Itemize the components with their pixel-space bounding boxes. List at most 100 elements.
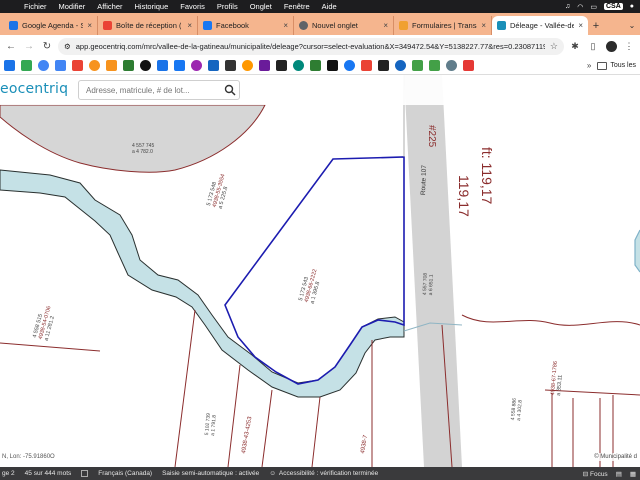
autocomplete-status[interactable]: Saisie semi-automatique : activée	[162, 470, 259, 477]
form-icon	[399, 21, 408, 30]
road-lot-label: 4 557 708 a 6 651.1	[422, 272, 435, 296]
battery-icon[interactable]: ▭	[590, 3, 597, 11]
web-layout-icon[interactable]: ▦	[630, 470, 636, 478]
page-indicator[interactable]: ge 2	[2, 470, 15, 477]
bookmark-icon[interactable]	[174, 60, 185, 71]
bookmark-icon[interactable]	[72, 60, 83, 71]
menubar-status-icons: ♫ ◠ ▭ CSA ●	[565, 3, 640, 11]
bookmark-icon[interactable]	[395, 60, 406, 71]
tab-formulaires[interactable]: Formulaires | Transa ×	[394, 16, 492, 35]
menu-onglet[interactable]: Onglet	[244, 2, 278, 11]
user-icon[interactable]: ●	[630, 3, 634, 10]
bookmark-icon[interactable]	[344, 60, 355, 71]
reload-button[interactable]: ↻	[40, 39, 54, 53]
all-bookmarks-folder[interactable]: Tous les	[597, 61, 636, 70]
menu-afficher[interactable]: Afficher	[91, 2, 128, 11]
close-icon[interactable]: ×	[187, 21, 192, 30]
input-language-badge[interactable]: CSA	[603, 3, 623, 10]
menu-aide[interactable]: Aide	[316, 2, 343, 11]
bookmark-star-icon[interactable]: ☆	[550, 41, 558, 52]
bookmark-icon[interactable]	[140, 60, 151, 71]
bookmark-icon[interactable]	[89, 60, 100, 71]
dimension-label-ft: ft: 119,17	[479, 147, 495, 205]
bookmark-icons	[4, 60, 474, 71]
bookmark-icon[interactable]	[157, 60, 168, 71]
accessibility-icon: ☺	[269, 470, 276, 477]
menu-fichier[interactable]: Fichier	[18, 2, 53, 11]
bookmark-icon[interactable]	[310, 60, 321, 71]
bookmark-icon[interactable]	[208, 60, 219, 71]
extensions-icon[interactable]: ✱	[568, 39, 582, 53]
url-text[interactable]: app.geocentriq.com/mrc/vallee-de-la-gati…	[76, 42, 545, 51]
new-tab-button[interactable]: +	[588, 16, 604, 35]
browser-toolbar: ← → ↻ ⚙ app.geocentriq.com/mrc/vallee-de…	[0, 35, 640, 57]
headphones-icon[interactable]: ♫	[565, 3, 570, 10]
bookmark-icon[interactable]	[429, 60, 440, 71]
close-icon[interactable]: ×	[283, 21, 288, 30]
search-input[interactable]	[78, 80, 240, 100]
bookmarks-more-icon[interactable]: »	[587, 61, 591, 70]
bookmark-icon[interactable]	[21, 60, 32, 71]
language-indicator[interactable]: Français (Canada)	[98, 470, 152, 477]
bookmark-icon[interactable]	[38, 60, 49, 71]
focus-mode-button[interactable]: ⊟ Focus	[583, 470, 608, 478]
search-icon[interactable]	[224, 84, 236, 96]
bookmark-icon[interactable]	[446, 60, 457, 71]
proofing-status[interactable]	[81, 470, 89, 477]
print-layout-icon[interactable]: ▤	[616, 470, 622, 478]
menu-profils[interactable]: Profils	[211, 2, 244, 11]
bookmark-icon[interactable]	[55, 60, 66, 71]
menu-favoris[interactable]: Favoris	[174, 2, 211, 11]
geocentriq-logo[interactable]: eocentriq	[0, 81, 68, 97]
tab-facebook[interactable]: Facebook ×	[198, 16, 294, 35]
chrome-icon	[299, 21, 308, 30]
menu-fenetre[interactable]: Fenêtre	[278, 2, 316, 11]
bookmark-icon[interactable]	[463, 60, 474, 71]
lot-gray-top[interactable]	[0, 104, 266, 173]
accessibility-status[interactable]: ☺ Accessibilité : vérification terminée	[269, 470, 378, 477]
tab-boite-reception[interactable]: Boîte de réception ( ×	[98, 16, 198, 35]
browser-tab-strip: Google Agenda - Se × Boîte de réception …	[0, 13, 640, 35]
close-icon[interactable]: ×	[87, 21, 92, 30]
bookmark-icon[interactable]	[276, 60, 287, 71]
bookmark-icon[interactable]	[242, 60, 253, 71]
folder-label: Tous les	[610, 62, 636, 69]
profile-avatar[interactable]	[604, 39, 618, 53]
lot-label: 5 102 739 a 1 791.8	[204, 412, 218, 437]
close-icon[interactable]: ×	[481, 21, 486, 30]
back-button[interactable]: ←	[4, 39, 18, 53]
bookmark-icon[interactable]	[293, 60, 304, 71]
address-bar[interactable]: ⚙ app.geocentriq.com/mrc/vallee-de-la-ga…	[58, 37, 564, 55]
view-controls: ⊟ Focus ▤ ▦	[583, 470, 640, 478]
road-name: Route 107	[420, 165, 429, 196]
menu-historique[interactable]: Historique	[129, 2, 175, 11]
wifi-icon[interactable]: ◠	[577, 3, 583, 11]
bookmark-icon[interactable]	[191, 60, 202, 71]
bookmark-icon[interactable]	[225, 60, 236, 71]
menu-modifier[interactable]: Modifier	[53, 2, 92, 11]
more-menu-icon[interactable]: ⋮	[622, 39, 636, 53]
tab-title: Nouvel onglet	[312, 21, 358, 30]
bookmark-icon[interactable]	[4, 60, 15, 71]
word-count[interactable]: 45 sur 444 mots	[25, 470, 72, 477]
sidepanel-icon[interactable]: ▯	[586, 39, 600, 53]
close-icon[interactable]: ×	[578, 21, 583, 30]
river[interactable]	[0, 169, 405, 398]
bookmark-icon[interactable]	[361, 60, 372, 71]
close-icon[interactable]: ×	[383, 21, 388, 30]
site-info-icon[interactable]: ⚙	[64, 42, 71, 51]
facebook-icon	[203, 21, 212, 30]
bookmark-icon[interactable]	[378, 60, 389, 71]
tab-google-agenda[interactable]: Google Agenda - Se ×	[4, 16, 98, 35]
tab-search-chevron-icon[interactable]: ⌄	[624, 16, 640, 35]
forward-button[interactable]: →	[22, 39, 36, 53]
bookmark-icon[interactable]	[106, 60, 117, 71]
tab-nouvel-onglet[interactable]: Nouvel onglet ×	[294, 16, 394, 35]
tab-deleage[interactable]: Déleage - Vallée-de ×	[492, 16, 588, 35]
bookmark-icon[interactable]	[412, 60, 423, 71]
geocentriq-icon	[497, 21, 506, 30]
bookmark-icon[interactable]	[259, 60, 270, 71]
map-viewport[interactable]: 4 557 745 a 4 782.0 5 173 548 4938-55-35…	[0, 75, 640, 467]
bookmark-icon[interactable]	[123, 60, 134, 71]
bookmark-icon[interactable]	[327, 60, 338, 71]
